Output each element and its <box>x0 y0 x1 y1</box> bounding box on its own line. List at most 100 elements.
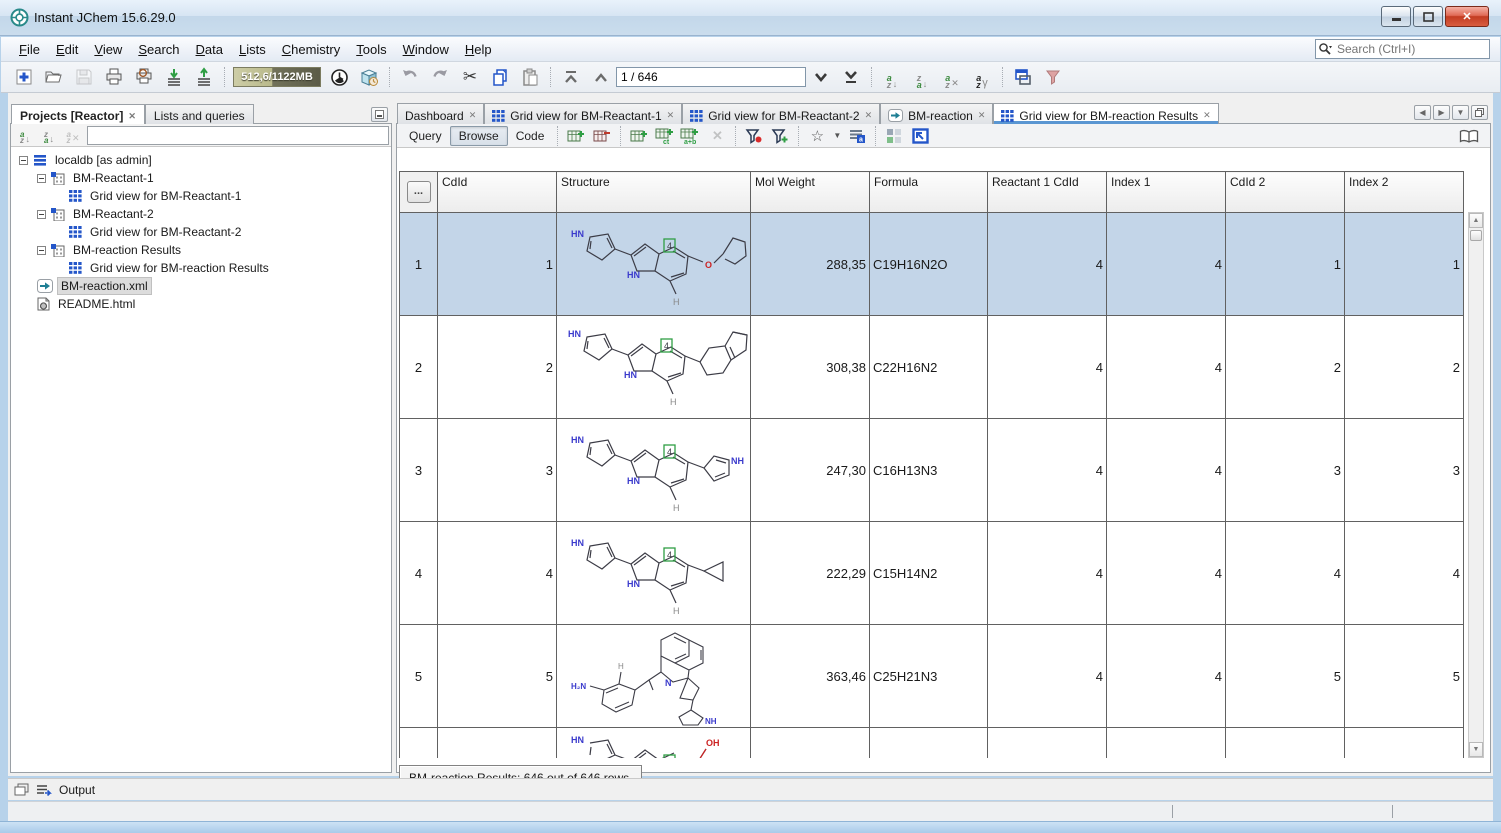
cell-reactant1-cdid[interactable]: 4 <box>988 213 1107 316</box>
tree-filter-input[interactable] <box>87 126 389 145</box>
maximize-button[interactable] <box>1413 6 1443 27</box>
menu-file[interactable]: File <box>11 38 48 61</box>
cell-formula[interactable]: C22H16N2 <box>870 316 988 419</box>
tab-list-dropdown-button[interactable]: ▼ <box>1452 105 1469 120</box>
tab-lists-and-queries[interactable]: Lists and queries <box>145 104 254 124</box>
cell-index1[interactable]: 4 <box>1107 419 1226 522</box>
delete-row-button[interactable] <box>590 126 614 146</box>
cell-reactant1-cdid[interactable]: 4 <box>988 316 1107 419</box>
cut-button[interactable]: ✂ <box>457 65 483 89</box>
close-tab-icon[interactable]: ✕ <box>128 111 136 122</box>
cell-mol-weight[interactable]: 222,29 <box>751 522 870 625</box>
sort-custom-button[interactable]: azγ <box>969 65 995 89</box>
cell-reactant1-cdid[interactable]: 4 <box>988 522 1107 625</box>
cell-mol-weight[interactable]: 247,30 <box>751 419 870 522</box>
previous-record-button[interactable] <box>588 65 614 89</box>
scrollbar-thumb[interactable] <box>1470 230 1482 241</box>
window-group-button[interactable] <box>1010 65 1036 89</box>
cell-structure[interactable]: 4 HN HN NH H <box>557 419 751 522</box>
cell-structure[interactable]: 4 HN HN H <box>557 522 751 625</box>
first-record-button[interactable] <box>558 65 584 89</box>
tab-projects[interactable]: Projects [Reactor] ✕ <box>11 104 145 124</box>
tab-grid-view-bm-reaction-results[interactable]: Grid view for BM-reaction Results✕ <box>993 103 1218 124</box>
filter-add-button[interactable] <box>768 126 792 146</box>
copy-button[interactable] <box>487 65 513 89</box>
cell-cdid[interactable]: 2 <box>438 316 557 419</box>
row-header[interactable]: 5 <box>400 625 438 728</box>
cell-mol-weight[interactable]: 288,35 <box>751 213 870 316</box>
cell-formula[interactable]: C16H13N3 <box>870 419 988 522</box>
cell-structure[interactable]: N H₂N H NH <box>557 625 751 728</box>
tree-item-grid-view-bm-reaction-results[interactable]: Grid view for BM-reaction Results <box>11 259 391 277</box>
cell-mol-weight[interactable]: 363,46 <box>751 625 870 728</box>
filter-windows-icon[interactable] <box>1040 65 1066 89</box>
menu-data[interactable]: Data <box>188 38 231 61</box>
new-button[interactable] <box>11 65 37 89</box>
row-header[interactable]: 2 <box>400 316 438 419</box>
layout-widgets-button[interactable] <box>882 126 906 146</box>
collapse-icon[interactable] <box>37 246 46 255</box>
new-chemical-table-button[interactable]: ct <box>653 126 677 146</box>
cell-structure[interactable]: 4 HN HN H <box>557 316 751 419</box>
cell-cdid2[interactable]: 5 <box>1226 625 1345 728</box>
cell-structure[interactable]: 4 HN HN O H <box>557 213 751 316</box>
close-tab-icon[interactable]: ✕ <box>978 110 986 121</box>
cell-cdid[interactable]: 1 <box>438 213 557 316</box>
quick-search-box[interactable] <box>1315 39 1490 59</box>
cell-reactant1-cdid[interactable]: 4 <box>988 419 1107 522</box>
save-button[interactable] <box>71 65 97 89</box>
tree-item-bm-reactant-2[interactable]: BM-Reactant-2 <box>11 205 391 223</box>
menu-edit[interactable]: Edit <box>48 38 86 61</box>
sort-remove-button[interactable]: az✕ <box>939 65 965 89</box>
tree-sort-asc-button[interactable]: az↓ <box>15 126 35 144</box>
cell-formula[interactable]: C16H16N2O2 <box>870 728 988 759</box>
tree-item-bm-reaction-xml[interactable]: BM-reaction.xml <box>11 277 391 295</box>
column-header-cdid[interactable]: CdId <box>438 172 557 213</box>
cell-cdid2[interactable] <box>1226 728 1345 759</box>
sort-descending-button[interactable]: za↓ <box>909 65 935 89</box>
tree-item-grid-view-bm-reactant-1[interactable]: Grid view for BM-Reactant-1 <box>11 187 391 205</box>
menu-tools[interactable]: Tools <box>348 38 394 61</box>
print-preview-button[interactable] <box>131 65 157 89</box>
export-button[interactable] <box>191 65 217 89</box>
cell-cdid[interactable]: 4 <box>438 522 557 625</box>
cell-index2[interactable]: 2 <box>1345 316 1464 419</box>
tab-dashboard[interactable]: Dashboard✕ <box>397 103 484 124</box>
print-button[interactable] <box>101 65 127 89</box>
scroll-down-button[interactable]: ▼ <box>1469 742 1483 757</box>
collapse-icon[interactable] <box>37 210 46 219</box>
tab-bm-reaction[interactable]: BM-reaction✕ <box>880 103 993 124</box>
tree-sort-remove-button[interactable]: az✕ <box>63 126 83 144</box>
browse-mode-button[interactable]: Browse <box>450 126 508 146</box>
menu-view[interactable]: View <box>86 38 130 61</box>
column-chooser-button[interactable]: ... <box>407 181 431 203</box>
filter-current-button[interactable] <box>742 126 766 146</box>
cell-index1[interactable]: 4 <box>1107 213 1226 316</box>
menu-chemistry[interactable]: Chemistry <box>274 38 349 61</box>
import-button[interactable] <box>161 65 187 89</box>
menu-help[interactable]: Help <box>457 38 500 61</box>
close-tab-icon[interactable]: ✕ <box>469 110 477 121</box>
row-header[interactable] <box>400 728 438 759</box>
undo-button[interactable] <box>397 65 423 89</box>
add-row-button[interactable] <box>564 126 588 146</box>
cell-index2[interactable]: 4 <box>1345 522 1464 625</box>
record-position-input[interactable] <box>616 67 806 87</box>
tree-item-localdb[interactable]: localdb [as admin] <box>11 151 391 169</box>
database-icon[interactable] <box>356 65 382 89</box>
garbage-collect-icon[interactable] <box>326 65 352 89</box>
menu-lists[interactable]: Lists <box>231 38 274 61</box>
cell-index1[interactable]: 4 <box>1107 522 1226 625</box>
cell-reactant1-cdid[interactable]: 4 <box>988 625 1107 728</box>
tree-item-bm-reaction-results[interactable]: BM-reaction Results <box>11 241 391 259</box>
close-tab-icon[interactable]: ✕ <box>1203 110 1211 121</box>
cell-cdid[interactable]: 3 <box>438 419 557 522</box>
search-input[interactable] <box>1334 42 1492 56</box>
cell-cdid[interactable]: 5 <box>438 625 557 728</box>
redo-button[interactable] <box>427 65 453 89</box>
tree-sort-desc-button[interactable]: za↓ <box>39 126 59 144</box>
new-table-button[interactable] <box>627 126 651 146</box>
collapse-icon[interactable] <box>37 174 46 183</box>
row-header[interactable]: 3 <box>400 419 438 522</box>
cell-index2[interactable]: 5 <box>1345 625 1464 728</box>
